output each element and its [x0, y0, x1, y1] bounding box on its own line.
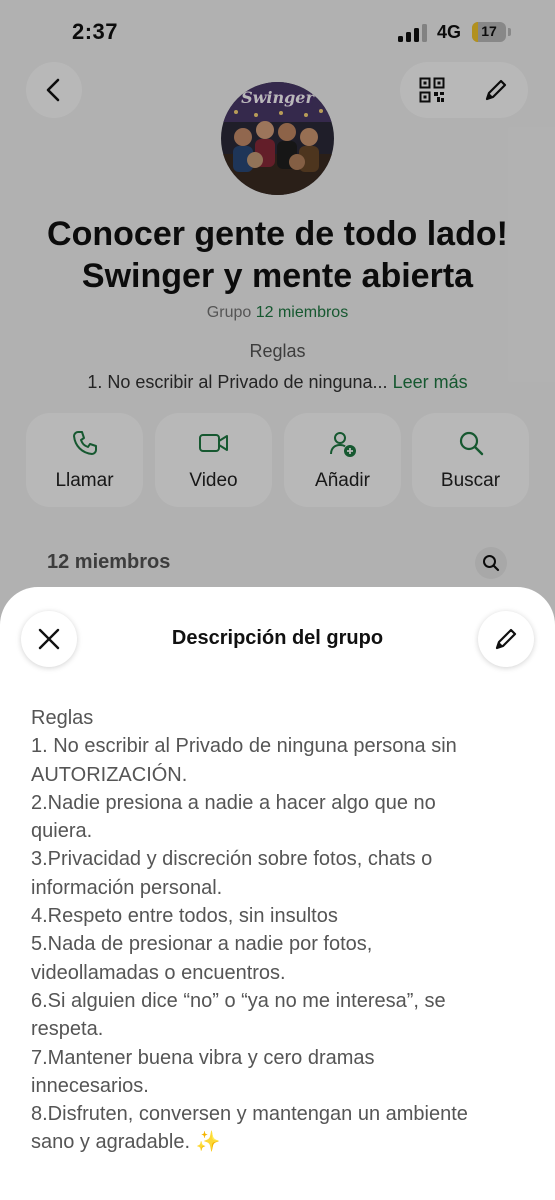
- description-line: quiera.: [31, 820, 93, 843]
- description-sheet: Descripción del grupo Reglas 1. No escri…: [0, 587, 555, 1200]
- group-description: Reglas 1. No escribir al Privado de ning…: [31, 704, 531, 1157]
- description-line: 4.Respeto entre todos, sin insultos: [31, 905, 338, 928]
- description-line: innecesarios.: [31, 1074, 149, 1097]
- description-line: Reglas: [31, 707, 94, 729]
- description-line: AUTORIZACIÓN.: [31, 763, 188, 786]
- pencil-icon: [495, 628, 517, 650]
- description-line: 7.Mantener buena vibra y cero dramas: [31, 1046, 375, 1069]
- description-line: sano y agradable. ✨: [31, 1131, 221, 1154]
- description-line: información personal.: [31, 876, 223, 899]
- description-line: respeta.: [31, 1018, 104, 1041]
- edit-description-button[interactable]: [478, 611, 534, 667]
- description-line: 3.Privacidad y discreción sobre fotos, c…: [31, 848, 433, 871]
- description-line: 1. No escribir al Privado de ninguna per…: [31, 735, 457, 758]
- description-line: 5.Nada de presionar a nadie por fotos,: [31, 933, 373, 956]
- description-line: 8.Disfruten, conversen y mantengan un am…: [31, 1103, 468, 1126]
- description-line: 6.Si alguien dice “no” o “ya no me inter…: [31, 989, 446, 1012]
- group-info-screen: 2:37 4G 17 Swinger Conocer gente de todo…: [0, 0, 555, 1200]
- sheet-title: Descripción del grupo: [171, 627, 384, 649]
- description-line: 2.Nadie presiona a nadie a hacer algo qu…: [31, 791, 436, 814]
- description-line: videollamadas o encuentros.: [31, 961, 286, 984]
